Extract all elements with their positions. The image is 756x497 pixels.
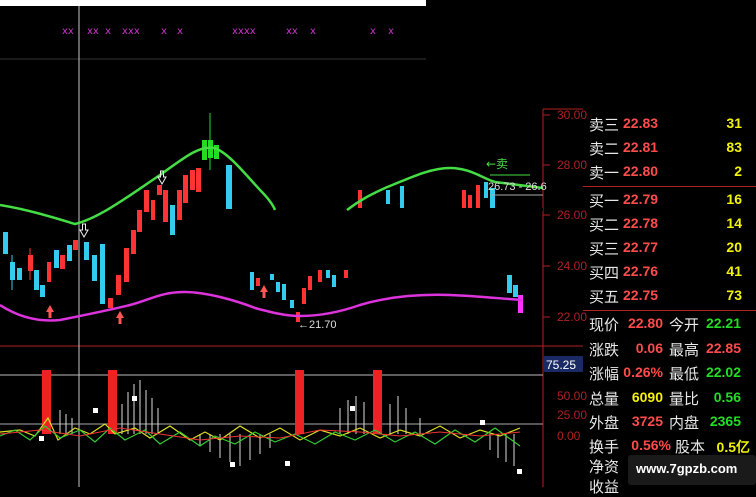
low-price-label: ←21.70 (298, 319, 337, 331)
marker: x (105, 26, 111, 37)
stat-value: 22.21 (705, 315, 741, 331)
quote-panel: 卖三 22.83 31 卖二 22.81 83 卖一 22.80 2 买一 22… (583, 106, 756, 496)
watermark: www.7gpzb.com (628, 455, 756, 485)
indicator-histogram (59, 380, 515, 466)
ask-label: 卖一 (589, 164, 620, 182)
ask-price: 22.83 (623, 115, 659, 131)
ask-label: 卖三 (589, 116, 620, 134)
watermark-text: www.7gpzb.com (636, 461, 738, 476)
bid-price: 22.79 (623, 191, 659, 207)
marker: xx (286, 26, 298, 37)
stat-value: 6090 (631, 388, 663, 405)
marker: x (370, 26, 376, 37)
bid-label: 买二 (589, 216, 620, 234)
bid-price: 22.76 (623, 263, 659, 279)
bid-label: 买五 (589, 288, 620, 306)
bid-row[interactable]: 买一 22.79 16 (583, 190, 756, 214)
shares-value: 0.5亿 (716, 439, 750, 455)
bid-price: 22.78 (623, 215, 659, 231)
stat-value: 3725 (631, 413, 663, 429)
ask-volume: 31 (726, 115, 742, 131)
stat-value: 22.85 (705, 339, 741, 356)
bid-label: 买一 (589, 192, 620, 210)
bid-price: 22.77 (623, 239, 659, 255)
stat-value: 0.56 (713, 388, 741, 405)
bid-volume: 14 (726, 215, 742, 231)
stat-value: 0.06 (635, 339, 663, 356)
marker: x (310, 26, 316, 37)
bid-label: 买四 (589, 264, 620, 282)
stat-value: 2365 (709, 413, 741, 429)
bid-volume: 16 (726, 191, 742, 207)
ask-label: 卖二 (589, 140, 620, 158)
stat-value: 22.02 (705, 364, 741, 380)
stat-value: 0.26% (623, 364, 663, 380)
bid-volume: 73 (726, 287, 742, 303)
marker: x (161, 26, 167, 37)
marker-row: xx xx x xxx x x xxxx xx x x x (62, 26, 394, 37)
stats-divider (583, 310, 756, 311)
ask-row[interactable]: 卖二 22.81 83 (583, 138, 756, 162)
turnover-value: 0.56% (631, 437, 671, 453)
sell-signal-label: ←卖 (486, 157, 508, 171)
bid-price: 22.75 (623, 287, 659, 303)
ask-price: 22.80 (623, 163, 659, 179)
stat-value: 22.80 (627, 315, 663, 331)
marker: xx (62, 26, 74, 37)
book-divider (583, 186, 756, 187)
lower-band-line (0, 290, 523, 322)
bid-row[interactable]: 买三 22.77 20 (583, 238, 756, 262)
bid-volume: 20 (726, 239, 742, 255)
indicator-tick: 0.00 (557, 429, 581, 443)
marker: x (177, 26, 183, 37)
ask-row[interactable]: 卖一 22.80 2 (583, 162, 756, 186)
bid-row[interactable]: 买五 22.75 73 (583, 286, 756, 310)
turnover-label: 换手 (589, 438, 620, 456)
marker: xx (87, 26, 99, 37)
band-range-label: 26.73 - 26.6 (488, 181, 547, 193)
bid-row[interactable]: 买二 22.78 14 (583, 214, 756, 238)
indicator-value: 75.25 (546, 358, 576, 372)
ask-volume: 2 (734, 163, 742, 179)
bid-label: 买三 (589, 240, 620, 258)
marker: xxx (122, 26, 140, 37)
ask-price: 22.81 (623, 139, 659, 155)
marker: xxxx (232, 26, 256, 37)
ask-row[interactable]: 卖三 22.83 31 (583, 114, 756, 138)
bid-row[interactable]: 买四 22.76 41 (583, 262, 756, 286)
net-assets-label: 净资 (589, 458, 620, 476)
title-strip (0, 0, 426, 6)
ask-volume: 83 (726, 139, 742, 155)
bid-volume: 41 (726, 263, 742, 279)
marker: x (388, 26, 394, 37)
